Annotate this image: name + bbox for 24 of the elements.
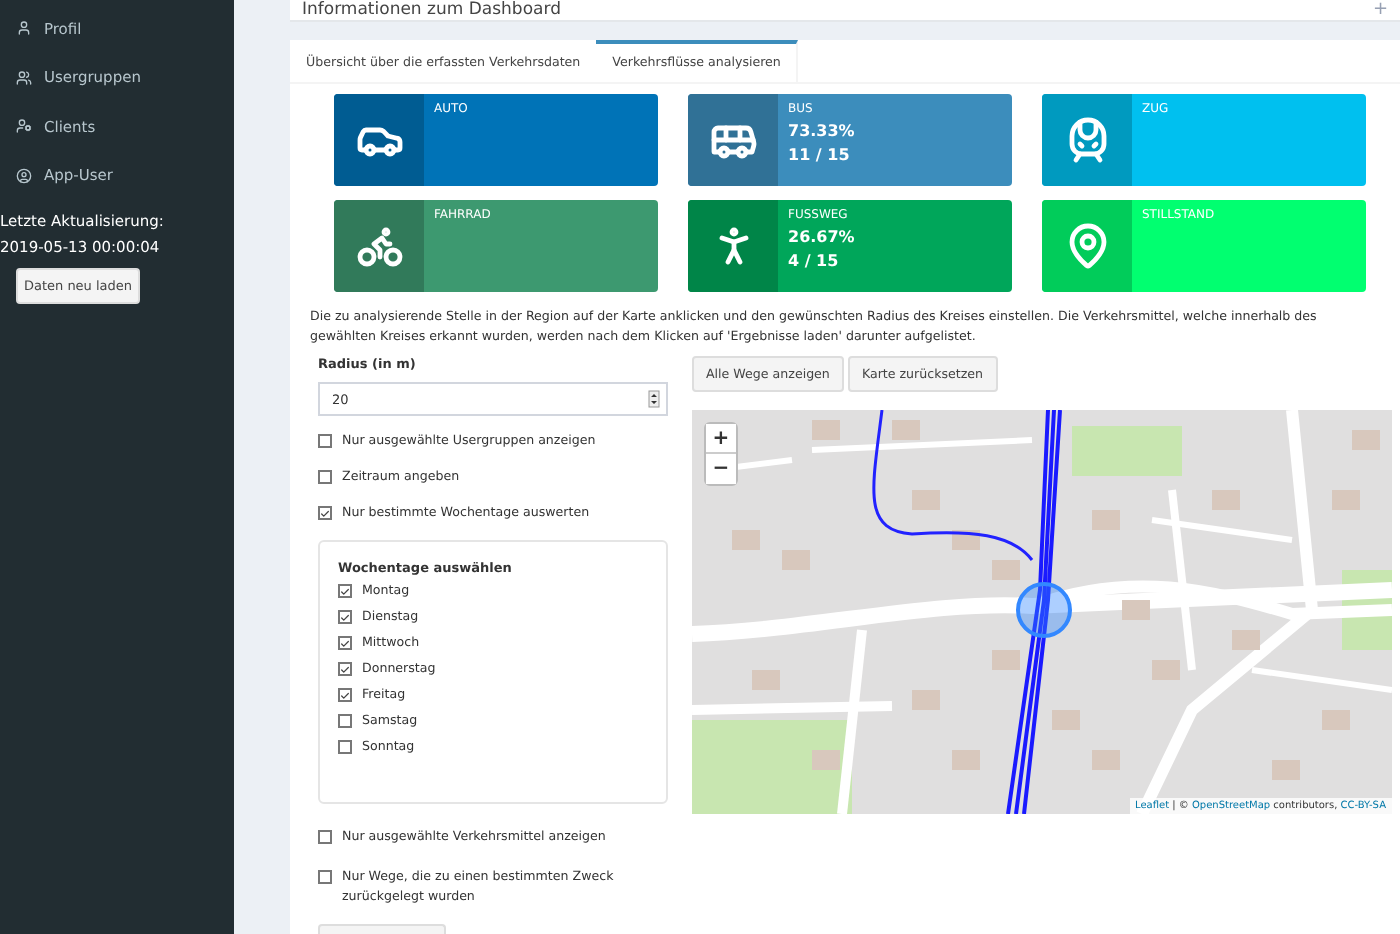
checkbox[interactable] [318, 470, 332, 484]
checkbox[interactable] [338, 688, 352, 702]
spinner-icon [648, 390, 660, 408]
checkbox[interactable] [318, 506, 332, 520]
checkbox[interactable] [318, 434, 332, 448]
checkbox[interactable] [338, 662, 352, 676]
checkbox[interactable] [318, 870, 332, 884]
checkbox[interactable] [318, 830, 332, 844]
checkbox[interactable] [338, 584, 352, 598]
user-icon [16, 118, 32, 135]
card-percent: 26.67% [788, 228, 855, 246]
card-count: 11 / 15 [788, 146, 852, 164]
page-title: Informationen zum Dashboard [302, 0, 561, 20]
zoom-in-button[interactable]: + [706, 424, 736, 454]
checkbox[interactable] [338, 610, 352, 624]
checkbox[interactable] [338, 740, 352, 754]
checkbox[interactable] [338, 714, 352, 728]
bicycle-icon [355, 222, 403, 270]
card-count: 4 / 15 [788, 252, 841, 270]
card-percent: 73.33% [788, 122, 855, 140]
user-icon [16, 69, 32, 86]
user-icon [16, 167, 32, 184]
checkbox[interactable] [338, 636, 352, 650]
user-icon [16, 20, 32, 37]
